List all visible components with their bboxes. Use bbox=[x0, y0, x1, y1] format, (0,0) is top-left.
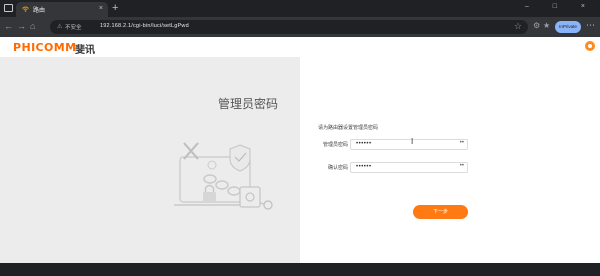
form-hint: 请为路由器设置管理员密码 bbox=[318, 125, 379, 131]
phicomm-logo: PHICOMM bbox=[13, 41, 77, 54]
address-bar[interactable]: ⚠ 不安全 192.168.2.1/cgi-bin/luci/setLgPwd … bbox=[50, 20, 528, 34]
password-value: •••••• bbox=[356, 141, 372, 147]
watermark-router-icon bbox=[460, 222, 498, 260]
home-button[interactable]: ⌂ bbox=[30, 20, 35, 32]
eye-icon[interactable]: •• bbox=[460, 140, 464, 146]
watermark-text: 路由器 bbox=[504, 224, 558, 244]
page-header: PHICOMM 斐讯 bbox=[0, 37, 600, 57]
security-status[interactable]: 不安全 bbox=[65, 23, 82, 31]
profile-badge[interactable]: InPrivate bbox=[555, 21, 581, 33]
tab-title: 路由 bbox=[33, 8, 46, 14]
watermark-sub: luyouqi.com bbox=[508, 245, 562, 255]
taskbar bbox=[0, 263, 600, 276]
url-text[interactable]: 192.168.2.1/cgi-bin/luci/setLgPwd bbox=[100, 23, 189, 29]
warning-icon: ⚠ bbox=[57, 24, 63, 30]
eye-icon[interactable]: •• bbox=[460, 163, 464, 169]
next-button[interactable]: 下一步 bbox=[413, 205, 468, 219]
logo-chinese: 斐讯 bbox=[75, 45, 95, 56]
star-icon[interactable]: ☆ bbox=[514, 21, 522, 32]
window-controls[interactable]: – □ × bbox=[525, 3, 596, 10]
watermark: 路由器 luyouqi.com bbox=[460, 218, 590, 268]
password-input[interactable]: •••••• •• bbox=[350, 139, 468, 150]
extension-icon[interactable]: ⚙ bbox=[533, 21, 540, 30]
new-tab-button[interactable]: + bbox=[112, 2, 118, 14]
back-button[interactable]: ← bbox=[4, 20, 13, 32]
window-menu-icon[interactable] bbox=[4, 4, 13, 12]
password-label: 管理员密码 bbox=[322, 142, 348, 148]
more-icon[interactable]: ⋯ bbox=[586, 20, 595, 31]
browser-toolbar: ← → ⌂ ⚠ 不安全 192.168.2.1/cgi-bin/luci/set… bbox=[0, 17, 600, 37]
left-panel: 管理员密码 bbox=[0, 57, 300, 263]
settings-icon[interactable] bbox=[585, 41, 595, 51]
browser-tab[interactable]: 路由 × bbox=[16, 2, 108, 17]
confirm-password-input[interactable]: •••••• •• bbox=[350, 162, 468, 173]
security-illustration bbox=[174, 142, 273, 210]
browser-tab-strip: 路由 × + – □ × bbox=[0, 0, 600, 17]
forward-button[interactable]: → bbox=[17, 20, 26, 32]
tab-close-icon[interactable]: × bbox=[99, 4, 103, 13]
favorites-icon[interactable]: ★ bbox=[543, 21, 550, 30]
confirm-label: 确认密码 bbox=[327, 165, 348, 171]
wifi-favicon-icon bbox=[22, 6, 29, 12]
text-cursor-icon: I bbox=[411, 137, 414, 146]
confirm-value: •••••• bbox=[356, 164, 372, 170]
page-title: 管理员密码 bbox=[217, 97, 278, 111]
